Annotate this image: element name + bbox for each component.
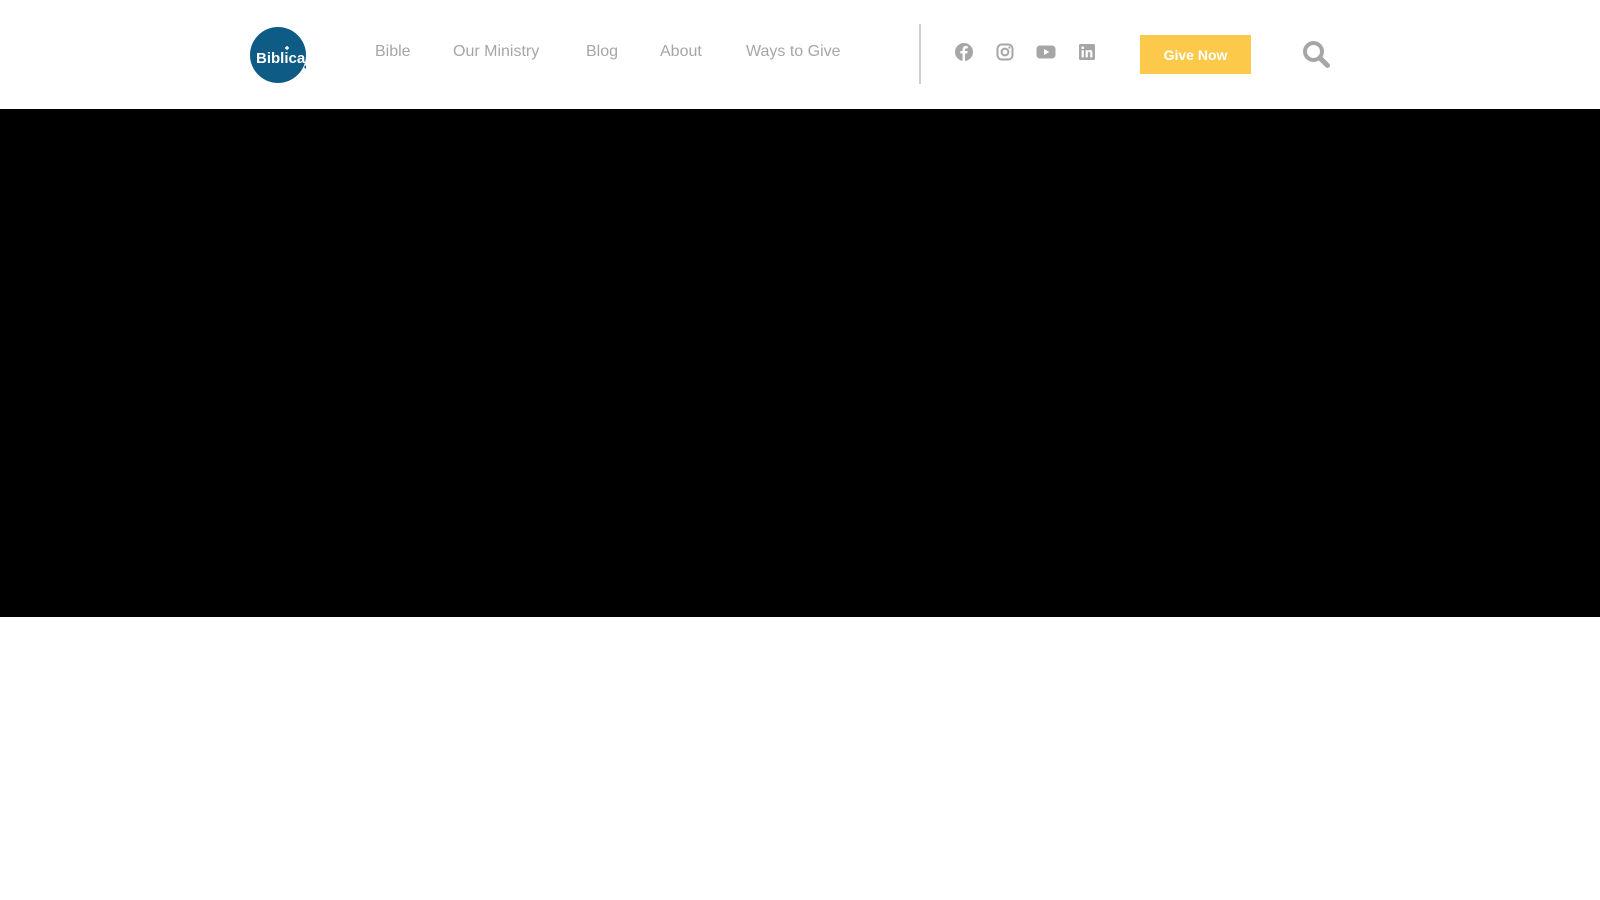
nav-item-blog[interactable]: Blog [586, 43, 618, 61]
hero-video-area [0, 109, 1600, 617]
biblica-logo[interactable]: Biblica [250, 27, 306, 83]
youtube-icon[interactable] [1036, 42, 1056, 62]
linkedin-icon[interactable] [1077, 42, 1097, 62]
facebook-icon[interactable] [954, 42, 974, 62]
nav-item-ways-to-give[interactable]: Ways to Give [746, 43, 841, 61]
header-divider [919, 24, 921, 84]
instagram-icon[interactable] [995, 42, 1015, 62]
give-now-button[interactable]: Give Now [1140, 35, 1251, 74]
site-header: Biblica Bible Our Ministry Blog About Wa… [0, 0, 1600, 109]
nav-item-our-ministry[interactable]: Our Ministry [453, 43, 539, 61]
nav-item-about[interactable]: About [660, 43, 702, 61]
nav-item-bible[interactable]: Bible [375, 43, 411, 61]
svg-text:Biblica: Biblica [256, 50, 306, 67]
search-icon[interactable] [1301, 39, 1331, 69]
